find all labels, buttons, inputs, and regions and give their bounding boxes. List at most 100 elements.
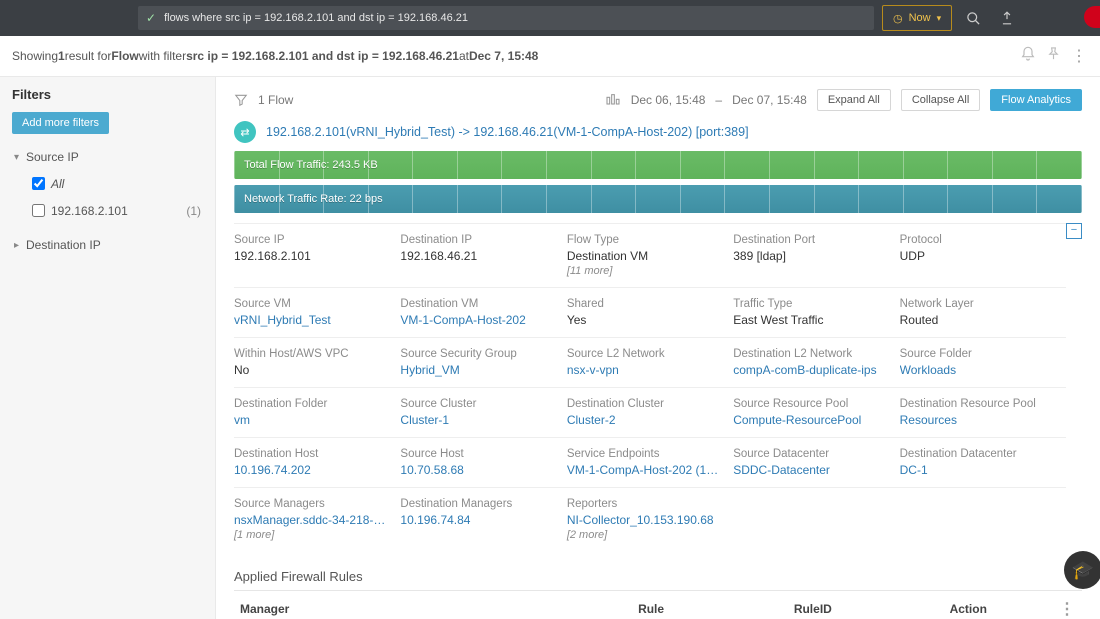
property-label: Flow Type — [567, 234, 721, 246]
search-query-text: flows where src ip = 192.168.2.101 and d… — [164, 12, 468, 24]
flow-title-text: 192.168.2.101(vRNI_Hybrid_Test) -> 192.1… — [266, 125, 749, 139]
flow-properties-grid: Source IP192.168.2.101Destination IP192.… — [234, 223, 1066, 551]
col-ruleid: RuleID — [788, 591, 944, 619]
collapse-card-button[interactable]: − — [1066, 223, 1082, 239]
property-value: UDP — [900, 249, 1054, 263]
applied-rules-title: Applied Firewall Rules — [234, 569, 1082, 584]
property-value: No — [234, 363, 388, 377]
property-label: Protocol — [900, 234, 1054, 246]
property-label: Source Managers — [234, 498, 388, 510]
property-value[interactable]: Cluster-2 — [567, 413, 721, 427]
flow-analytics-button[interactable]: Flow Analytics — [990, 89, 1082, 111]
property-value[interactable]: vRNI_Hybrid_Test — [234, 313, 388, 327]
property-value[interactable]: VM-1-CompA-Host-202 (19... — [567, 463, 721, 477]
property-value[interactable]: 10.196.74.84 — [400, 513, 554, 527]
property-cell: Destination Resource PoolResources — [900, 388, 1066, 437]
property-value[interactable]: nsx-v-vpn — [567, 363, 721, 377]
property-cell: Source Resource PoolCompute-ResourcePool — [733, 388, 899, 437]
search-icon-button[interactable] — [960, 5, 986, 31]
filter-item-label: 192.168.2.101 — [51, 204, 128, 218]
property-more[interactable]: [1 more] — [234, 529, 388, 541]
filter-label: Source IP — [26, 150, 79, 164]
filter-dest-ip[interactable]: ▸ Destination IP — [0, 232, 215, 258]
help-fab-icon[interactable]: 🎓 — [1064, 551, 1100, 589]
filter-source-ip[interactable]: ▾ Source IP — [0, 144, 215, 170]
property-value[interactable]: Hybrid_VM — [400, 363, 554, 377]
flow-count: 1 Flow — [258, 93, 293, 107]
filters-title: Filters — [12, 87, 203, 102]
flow-icon: ⇄ — [234, 121, 256, 143]
property-cell: Destination IP192.168.46.21 — [400, 224, 566, 287]
property-cell: Source Host10.70.58.68 — [400, 438, 566, 487]
pin-icon-button[interactable] — [994, 5, 1020, 31]
time-label: Now — [909, 12, 931, 24]
property-value[interactable]: compA-comB-duplicate-ips — [733, 363, 887, 377]
caret-down-icon: ▾ — [14, 152, 26, 163]
property-value: 192.168.2.101 — [234, 249, 388, 263]
property-value[interactable]: 10.70.58.68 — [400, 463, 554, 477]
property-cell: SharedYes — [567, 288, 733, 337]
expand-all-button[interactable]: Expand All — [817, 89, 891, 111]
property-cell: Protocol UDP — [900, 224, 1066, 287]
notification-badge-icon[interactable] — [1084, 6, 1100, 28]
property-cell: Destination Managers10.196.74.84 — [400, 488, 566, 551]
time-picker[interactable]: ◷ Now ▾ — [882, 5, 952, 31]
property-cell: Destination VMVM-1-CompA-Host-202 — [400, 288, 566, 337]
property-cell: Destination ClusterCluster-2 — [567, 388, 733, 437]
property-value[interactable]: Resources — [900, 413, 1054, 427]
checkbox-ip[interactable] — [32, 204, 45, 217]
filter-label: Destination IP — [26, 238, 101, 252]
property-value[interactable]: Compute-ResourcePool — [733, 413, 887, 427]
add-filters-button[interactable]: Add more filters — [12, 112, 109, 134]
property-cell — [733, 488, 899, 551]
property-value[interactable]: SDDC-Datacenter — [733, 463, 887, 477]
property-value[interactable]: NI-Collector_10.153.190.68 — [567, 513, 721, 527]
rules-kebab-icon[interactable]: ⋮ — [1059, 601, 1076, 618]
property-value[interactable]: Cluster-1 — [400, 413, 554, 427]
property-more[interactable]: [2 more] — [567, 529, 721, 541]
property-value[interactable]: Workloads — [900, 363, 1054, 377]
property-cell: Traffic Type East West Traffic — [733, 288, 899, 337]
col-rule: Rule — [632, 591, 788, 619]
summary-count: 1 — [58, 49, 65, 63]
property-value[interactable]: 10.196.74.202 — [234, 463, 388, 477]
property-more[interactable]: [11 more] — [567, 265, 721, 277]
property-value: Destination VM — [567, 249, 721, 263]
search-input[interactable]: ✓ flows where src ip = 192.168.2.101 and… — [138, 6, 874, 30]
property-value[interactable]: DC-1 — [900, 463, 1054, 477]
property-cell: Destination Folder vm — [234, 388, 400, 437]
filter-item-all[interactable]: All — [0, 170, 215, 197]
flow-title[interactable]: ⇄ 192.168.2.101(vRNI_Hybrid_Test) -> 192… — [234, 121, 1082, 143]
property-label: Traffic Type — [733, 298, 887, 310]
filters-sidebar: Filters Add more filters ▾ Source IP All… — [0, 77, 216, 619]
range-from: Dec 06, 15:48 — [631, 93, 706, 107]
property-cell — [900, 488, 1066, 551]
summary-text: Showing — [12, 49, 58, 63]
property-cell: Destination Host10.196.74.202 — [234, 438, 400, 487]
content-toolbar: 1 Flow Dec 06, 15:48 – Dec 07, 15:48 Exp… — [234, 85, 1082, 121]
bell-icon[interactable] — [1020, 46, 1036, 66]
collapse-all-button[interactable]: Collapse All — [901, 89, 980, 111]
property-label: Destination Datacenter — [900, 448, 1054, 460]
checkbox-all[interactable] — [32, 177, 45, 190]
property-value: East West Traffic — [733, 313, 887, 327]
property-value: 389 [ldap] — [733, 249, 887, 263]
property-value[interactable]: VM-1-CompA-Host-202 — [400, 313, 554, 327]
property-label: Source Cluster — [400, 398, 554, 410]
time-range-icon[interactable] — [605, 92, 621, 108]
check-icon: ✓ — [146, 11, 156, 25]
property-value[interactable]: nsxManager.sddc-34-218-19... — [234, 513, 388, 527]
property-cell: Source IP192.168.2.101 — [234, 224, 400, 287]
property-label: Within Host/AWS VPC — [234, 348, 388, 360]
filter-item-ip[interactable]: 192.168.2.101 (1) — [0, 197, 215, 224]
kebab-menu-icon[interactable]: ⋮ — [1071, 46, 1088, 66]
pin-icon[interactable] — [1046, 46, 1061, 66]
total-traffic-band[interactable]: Total Flow Traffic: 243.5 KB — [234, 151, 1082, 179]
property-cell: Network LayerRouted — [900, 288, 1066, 337]
property-value[interactable]: vm — [234, 413, 388, 427]
property-cell: Source DatacenterSDDC-Datacenter — [733, 438, 899, 487]
property-cell: Within Host/AWS VPC No — [234, 338, 400, 387]
traffic-rate-band[interactable]: Network Traffic Rate: 22 bps — [234, 185, 1082, 213]
funnel-icon[interactable] — [234, 93, 248, 107]
property-label: Destination Folder — [234, 398, 388, 410]
